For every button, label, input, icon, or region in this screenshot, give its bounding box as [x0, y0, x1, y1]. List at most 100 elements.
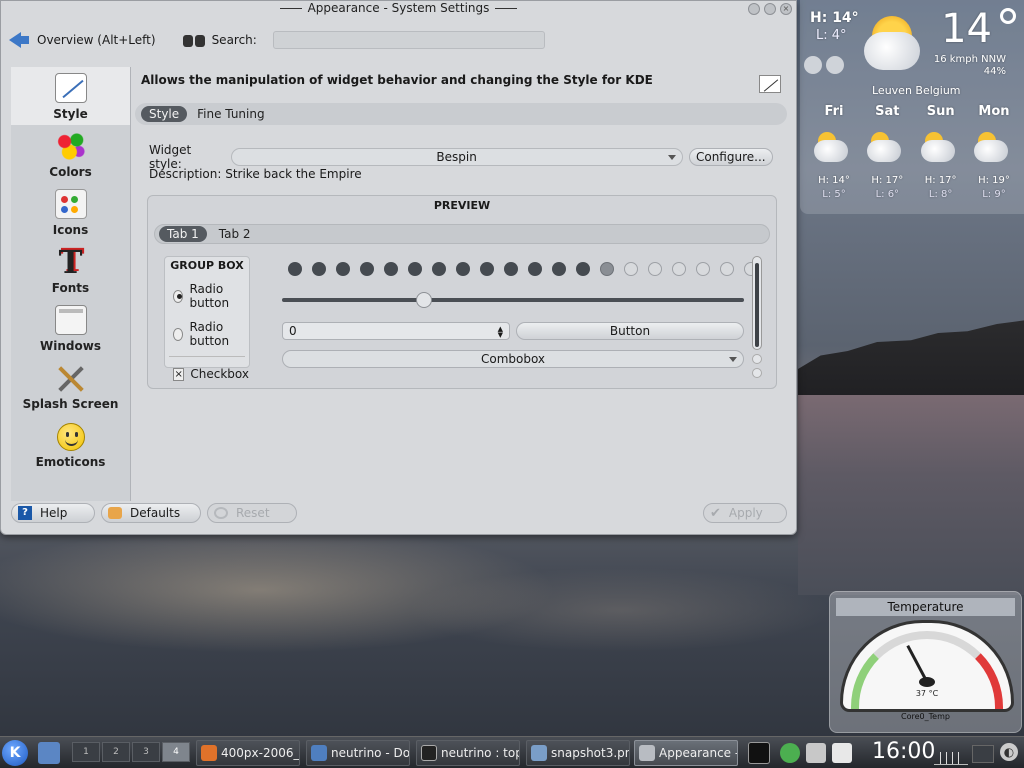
slider[interactable]: [282, 292, 744, 308]
search-input[interactable]: [272, 31, 545, 49]
panel-toolbox-icon[interactable]: ◐: [1000, 743, 1018, 761]
apply-button[interactable]: ✔ Apply: [703, 503, 787, 523]
wind-info: 16 kmph NNW 44%: [934, 54, 1006, 78]
task-appearance[interactable]: Appearance -: [634, 740, 738, 766]
pager-desktop-1[interactable]: 1: [72, 742, 100, 762]
reset-button[interactable]: Reset: [207, 503, 297, 523]
task-label: neutrino - Dol: [331, 746, 410, 760]
widget-style-combobox[interactable]: Bespin: [230, 148, 683, 166]
close-icon[interactable]: ×: [780, 3, 792, 15]
help-button[interactable]: ? Help: [11, 503, 95, 523]
temperature-value: 37 °C: [915, 689, 939, 698]
progress-dot: [504, 262, 518, 276]
maximize-icon[interactable]: [764, 3, 776, 15]
notifications-icon[interactable]: [832, 743, 852, 763]
wind-speed: 16 kmph NNW: [933, 54, 1006, 65]
sidebar-item-emoticons[interactable]: Emoticons: [11, 415, 130, 473]
checkbox[interactable]: × Checkbox: [173, 367, 249, 381]
chevron-down-icon: [729, 357, 737, 362]
progress-dot: [576, 262, 590, 276]
tab-style[interactable]: Style: [141, 106, 188, 122]
current-temperature: 14: [941, 6, 992, 52]
back-arrow-icon: [9, 31, 31, 49]
show-desktop-icon[interactable]: [972, 745, 994, 763]
chevron-down-icon: [667, 155, 676, 160]
weather-location: Leuven Belgium: [872, 84, 961, 97]
sidebar-item-windows[interactable]: Windows: [11, 299, 130, 357]
partly-cloudy-icon: [915, 132, 967, 166]
spinbox-value: 0: [289, 324, 297, 338]
forecast-day: Sun: [926, 104, 955, 119]
desktop-pager: 1 2 3 4: [72, 742, 190, 762]
progress-dot: [408, 262, 422, 276]
windows-icon: [54, 305, 87, 335]
sidebar-item-icons[interactable]: Icons: [11, 183, 130, 241]
sidebar-item-style[interactable]: Style: [11, 67, 130, 125]
volume-icon[interactable]: [806, 743, 826, 763]
configure-button[interactable]: Configure...: [688, 148, 773, 166]
sidebar-item-label: Windows: [40, 339, 101, 353]
humidity-icon: [826, 56, 844, 74]
scrollbar-thumb[interactable]: [755, 263, 759, 347]
radio-label: Radio button: [189, 320, 230, 348]
progress-dot: [360, 262, 374, 276]
scroll-down-button[interactable]: [752, 368, 762, 378]
progress-dot: [672, 262, 686, 276]
splash-screen-icon: [55, 363, 87, 393]
tab-1[interactable]: Tab 1: [159, 226, 207, 242]
clock[interactable]: 16:00: [872, 739, 935, 764]
gauge-hub: [919, 677, 935, 687]
task-label: 400px-2006_: [221, 746, 300, 760]
scroll-up-button[interactable]: [752, 354, 762, 364]
preview-button[interactable]: Button: [516, 322, 744, 340]
vertical-scrollbar[interactable]: [752, 256, 762, 350]
progress-dot: [600, 262, 614, 276]
desktop-icon[interactable]: [38, 742, 60, 764]
firefox-icon: [201, 745, 217, 761]
spin-arrows-icon[interactable]: ▲ ▼: [498, 326, 503, 339]
dolphin-icon: [311, 745, 327, 761]
tab-2[interactable]: Tab 2: [219, 227, 251, 241]
slider-handle[interactable]: [416, 292, 432, 308]
style-preview: PREVIEW Tab 1 Tab 2 GROUP BOX Radio butt…: [147, 195, 777, 389]
checkmark-icon: ✔: [710, 505, 721, 521]
defaults-button[interactable]: Defaults: [101, 503, 201, 523]
wind-icon: [804, 56, 822, 74]
radio-unchecked-icon: [173, 327, 184, 341]
forecast-low: L: 5°: [822, 189, 846, 200]
pager-desktop-2[interactable]: 2: [102, 742, 130, 762]
forecast-icons: [808, 132, 1020, 166]
task-terminal[interactable]: neutrino : top: [416, 740, 520, 766]
task-dolphin[interactable]: neutrino - Dol: [306, 740, 410, 766]
pager-desktop-4[interactable]: 4: [162, 742, 190, 762]
sidebar-item-splash-screen[interactable]: Splash Screen: [11, 357, 130, 415]
weather-low: L: 4°: [816, 28, 847, 43]
defaults-label: Defaults: [130, 506, 181, 520]
task-label: neutrino : top: [441, 746, 520, 760]
toolbar: Overview (Alt+Left) Search:: [9, 25, 789, 55]
task-firefox[interactable]: 400px-2006_: [196, 740, 300, 766]
window-titlebar[interactable]: Appearance - System Settings: [1, 1, 796, 17]
divider: [169, 356, 245, 357]
minimize-icon[interactable]: [748, 3, 760, 15]
network-icon[interactable]: [780, 743, 800, 763]
progress-dot: [288, 262, 302, 276]
sidebar-item-fonts[interactable]: T Fonts: [11, 241, 130, 299]
terminal-launcher-icon[interactable]: [748, 742, 770, 764]
radio-button-2[interactable]: Radio button: [173, 320, 249, 348]
wallpaper-water: [798, 395, 1024, 595]
pager-desktop-3[interactable]: 3: [132, 742, 160, 762]
overview-back-button[interactable]: Overview (Alt+Left): [9, 31, 156, 49]
window-controls: ×: [748, 3, 792, 15]
tab-fine-tuning[interactable]: Fine Tuning: [197, 107, 264, 121]
preview-combobox[interactable]: Combobox: [282, 350, 744, 368]
kde-menu-button[interactable]: K: [2, 740, 28, 766]
forecast-temps: H: 14° L: 5° H: 17° L: 6° H: 17° L: 8° H: 1…: [808, 174, 1020, 202]
task-snapshot[interactable]: snapshot3.pn: [526, 740, 630, 766]
sidebar-item-colors[interactable]: Colors: [11, 125, 130, 183]
radio-button-1[interactable]: Radio button: [173, 282, 249, 310]
spinbox[interactable]: 0 ▲ ▼: [282, 322, 510, 340]
task-label: snapshot3.pn: [551, 746, 630, 760]
help-icon: ?: [18, 506, 32, 520]
sidebar-item-label: Colors: [49, 165, 92, 179]
